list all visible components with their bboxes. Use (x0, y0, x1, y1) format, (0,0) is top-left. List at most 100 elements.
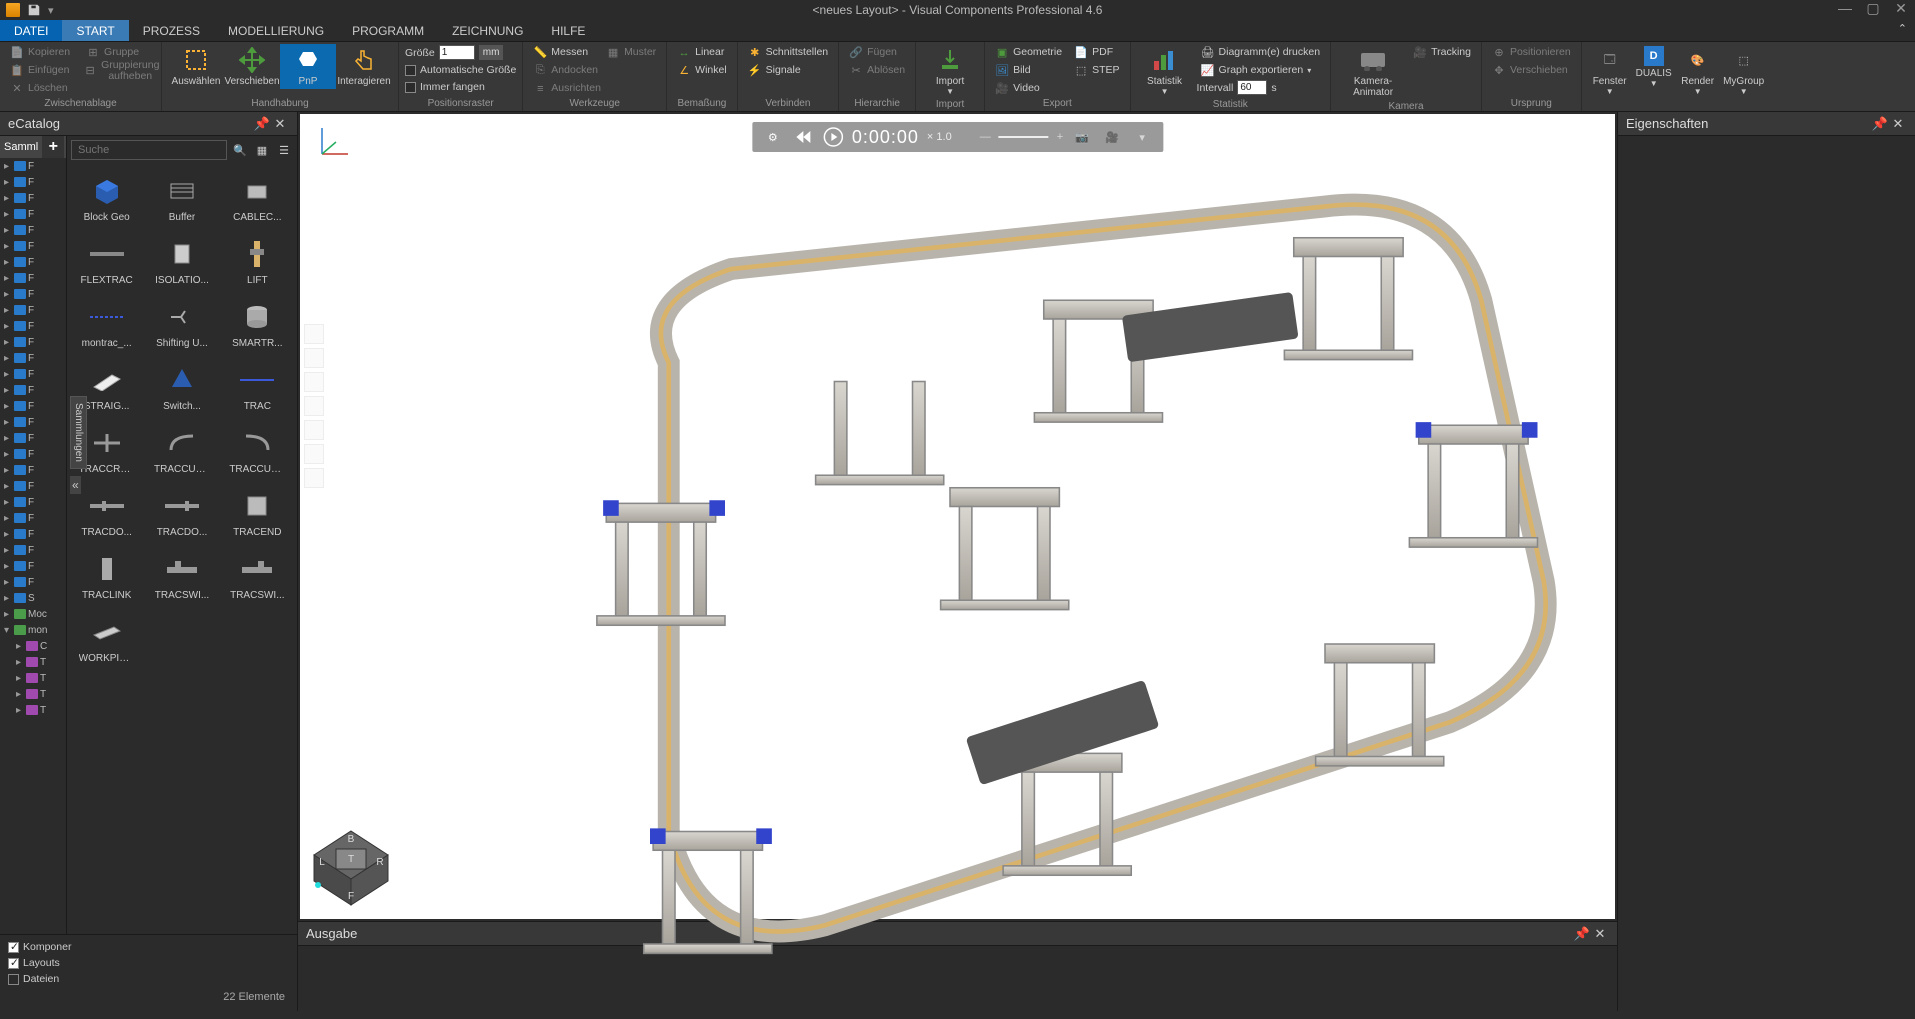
vtool-4[interactable] (304, 396, 324, 416)
attach-button[interactable]: 🔗Fügen (845, 44, 901, 61)
pattern-button[interactable]: ▦Muster (602, 44, 660, 61)
camera-animator-button[interactable]: Kamera-Animator (1337, 44, 1409, 100)
collapse-tree-icon[interactable]: « (70, 476, 81, 494)
catalog-item[interactable]: TRACEND (222, 491, 293, 538)
vtool-5[interactable] (304, 420, 324, 440)
catalog-item[interactable]: LIFT (222, 239, 293, 286)
tree-row[interactable]: ▸S (0, 590, 66, 606)
tree-row[interactable]: ▸F (0, 206, 66, 222)
maximize-button[interactable]: ▢ (1863, 0, 1883, 17)
tab-file[interactable]: DATEI (0, 20, 62, 41)
print-charts-button[interactable]: 🖨Diagramm(e) drucken (1197, 44, 1325, 61)
minimize-button[interactable]: — (1835, 0, 1855, 17)
tab-program[interactable]: PROGRAMM (338, 20, 438, 41)
export-pdf-button[interactable]: 📄PDF (1070, 44, 1123, 61)
tree-row[interactable]: ▸F (0, 366, 66, 382)
grid-view-icon[interactable]: ▦ (253, 141, 271, 159)
paste-button[interactable]: 📋Einfügen (6, 62, 73, 79)
interfaces-button[interactable]: ✱Schnittstellen (744, 44, 832, 61)
catalog-item[interactable]: Block Geo (71, 176, 142, 223)
tree-row[interactable]: ▸F (0, 350, 66, 366)
interval-input[interactable] (1237, 80, 1267, 95)
catalog-item[interactable]: montrac_... (71, 302, 142, 349)
tree-row[interactable]: ▸F (0, 190, 66, 206)
dualis-button[interactable]: DDUALIS▼ (1632, 44, 1676, 90)
ungroup-button[interactable]: ⊟Gruppierung aufheben (81, 62, 165, 79)
3d-viewport[interactable]: ⚙ 0:00:00 × 1.0 — + 📷 🎥 ▾ (300, 114, 1615, 919)
angle-button[interactable]: ∠Winkel (673, 62, 731, 79)
tab-help[interactable]: HILFE (537, 20, 599, 41)
tab-process[interactable]: PROZESS (129, 20, 214, 41)
grid-size-input[interactable] (439, 45, 475, 60)
play-button[interactable] (822, 126, 844, 148)
tree-row[interactable]: ▸F (0, 414, 66, 430)
catalog-item[interactable]: WORKPIECE (71, 617, 142, 664)
catalog-item[interactable]: TRACSWI... (146, 554, 217, 601)
interact-button[interactable]: Interagieren (336, 44, 392, 89)
vtool-2[interactable] (304, 348, 324, 368)
export-video-button[interactable]: 🎥Video (991, 80, 1066, 97)
export-geometry-button[interactable]: ▣Geometrie (991, 44, 1066, 61)
qat-dropdown-icon[interactable]: ▾ (48, 4, 54, 17)
vtool-6[interactable] (304, 444, 324, 464)
tree-row[interactable]: ▸F (0, 462, 66, 478)
tree-row[interactable]: ▸F (0, 558, 66, 574)
tree-row[interactable]: ▸F (0, 222, 66, 238)
tree-row[interactable]: ▸T (0, 654, 66, 670)
tree-row[interactable]: ▸T (0, 670, 66, 686)
tree-row[interactable]: ▸F (0, 494, 66, 510)
filter-files[interactable]: Dateien (8, 971, 289, 987)
import-button[interactable]: Import▼ (922, 44, 978, 98)
export-step-button[interactable]: ⬚STEP (1070, 62, 1123, 79)
catalog-item[interactable]: SMARTR... (222, 302, 293, 349)
catalog-item[interactable]: ISOLATIO... (146, 239, 217, 286)
dock-button[interactable]: ⎘Andocken (529, 62, 602, 79)
statistics-button[interactable]: Statistik▼ (1137, 44, 1193, 98)
properties-pin-icon[interactable]: 📌 (1871, 116, 1889, 132)
delete-button[interactable]: ✕Löschen (6, 80, 72, 97)
properties-close-icon[interactable]: ✕ (1889, 116, 1907, 132)
signals-button[interactable]: ⚡Signale (744, 62, 805, 79)
tree-row[interactable]: ▸F (0, 286, 66, 302)
tree-row[interactable]: ▸F (0, 510, 66, 526)
tab-drawing[interactable]: ZEICHNUNG (438, 20, 537, 41)
export-image-button[interactable]: 🖼Bild (991, 62, 1066, 79)
copy-button[interactable]: 📄Kopieren (6, 44, 74, 61)
mygroup-button[interactable]: ⬚MyGroup▼ (1720, 44, 1768, 98)
tree-row[interactable]: ▸T (0, 702, 66, 718)
tree-row[interactable]: ▸F (0, 238, 66, 254)
speed-dec-icon[interactable]: — (980, 131, 991, 143)
output-close-icon[interactable]: ✕ (1591, 926, 1609, 942)
snap-checkbox[interactable]: Immer fangen (405, 79, 485, 95)
navigation-cube[interactable]: B L R T F (308, 825, 394, 911)
catalog-item[interactable]: Switch... (146, 365, 217, 412)
catalog-item[interactable]: TRACSWI... (222, 554, 293, 601)
linear-button[interactable]: ↔Linear (673, 44, 728, 61)
tree-row[interactable]: ▸C (0, 638, 66, 654)
speed-slider[interactable] (999, 136, 1049, 138)
render-button[interactable]: 🎨Render▼ (1676, 44, 1720, 98)
tree-row[interactable]: ▸F (0, 158, 66, 174)
output-pin-icon[interactable]: 📌 (1573, 926, 1591, 942)
tree-row[interactable]: ▸F (0, 446, 66, 462)
tree-row[interactable]: ▸F (0, 302, 66, 318)
save-icon[interactable] (26, 2, 42, 18)
search-icon[interactable]: 🔍 (231, 141, 249, 159)
tree-row[interactable]: ▸F (0, 254, 66, 270)
pin-icon[interactable]: 📌 (253, 116, 271, 132)
catalog-item[interactable]: Shifting U... (146, 302, 217, 349)
catalog-item[interactable]: TRACDO... (71, 491, 142, 538)
pnp-button[interactable]: PnP (280, 44, 336, 89)
record-icon[interactable]: 🎥 (1101, 126, 1123, 148)
catalog-item[interactable]: FLEXTRAC (71, 239, 142, 286)
tree-row[interactable]: ▸F (0, 382, 66, 398)
vtool-1[interactable] (304, 324, 324, 344)
align-button[interactable]: ≡Ausrichten (529, 80, 605, 97)
snapshot-icon[interactable]: 📷 (1071, 126, 1093, 148)
tree-row[interactable]: ▾mon (0, 622, 66, 638)
detach-button[interactable]: ✂Ablösen (845, 62, 909, 79)
filter-components[interactable]: ✓Komponer (8, 939, 289, 955)
vtool-7[interactable] (304, 468, 324, 488)
catalog-item[interactable]: TRAC (222, 365, 293, 412)
tree-row[interactable]: ▸F (0, 526, 66, 542)
